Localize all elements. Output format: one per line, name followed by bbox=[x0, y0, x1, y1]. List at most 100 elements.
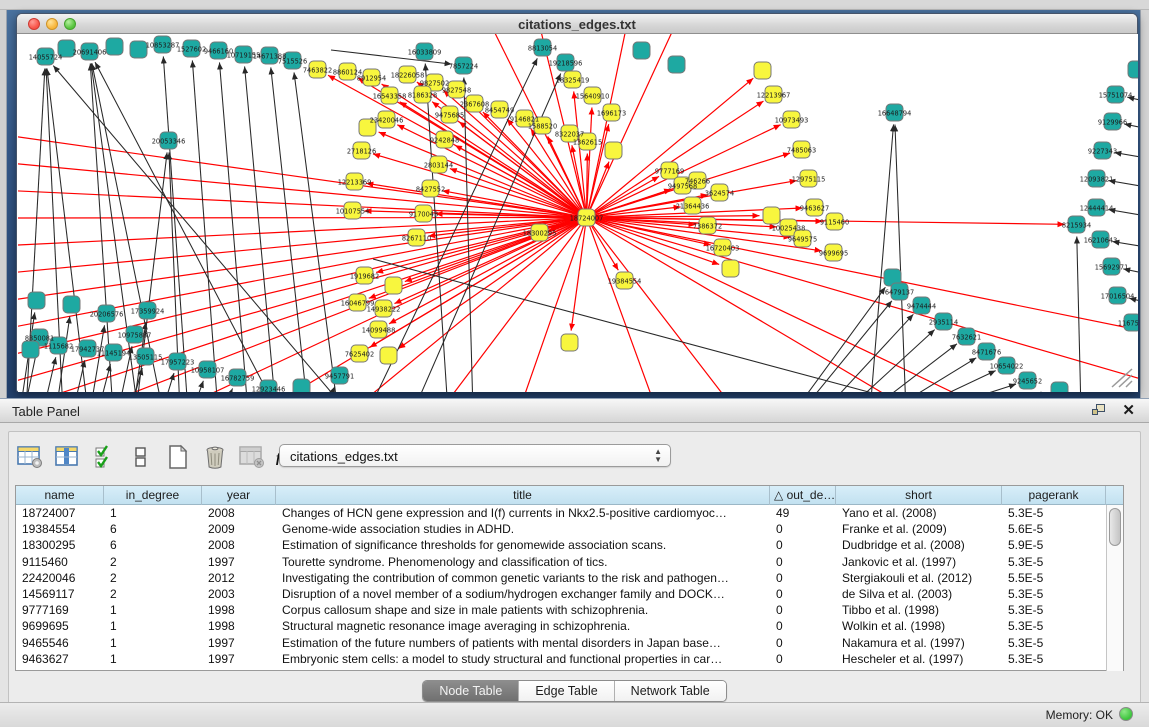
table-row[interactable]: 969969511998Structural magnetic resonanc… bbox=[16, 618, 1123, 634]
new-table-icon[interactable] bbox=[163, 442, 193, 472]
graph-node-yellow[interactable] bbox=[605, 142, 622, 159]
table-cell: 0 bbox=[770, 521, 836, 537]
column-header-in_degree[interactable]: in_degree bbox=[104, 486, 202, 505]
scrollbar-thumb[interactable] bbox=[1109, 508, 1121, 546]
graph-node-label: 7857224 bbox=[449, 63, 478, 71]
table-row[interactable]: 946554611997Estimation of the future num… bbox=[16, 635, 1123, 651]
window-title-bar[interactable]: citations_edges.txt bbox=[17, 14, 1137, 34]
tab-network-table[interactable]: Network Table bbox=[615, 681, 726, 701]
table-cell: 9465546 bbox=[16, 635, 104, 651]
graph-node-label: 12213967 bbox=[757, 92, 791, 100]
column-header-year[interactable]: year bbox=[202, 486, 276, 505]
table-cell: 6 bbox=[104, 521, 202, 537]
column-header-out_de[interactable]: △ out_de… bbox=[770, 486, 836, 505]
graph-edge bbox=[43, 357, 56, 392]
graph-node-label: 18724007 bbox=[570, 215, 604, 223]
table-cell: 6 bbox=[104, 537, 202, 553]
graph-node-teal[interactable] bbox=[63, 296, 80, 313]
graph-edge bbox=[870, 124, 894, 392]
tab-edge-table[interactable]: Edge Table bbox=[519, 681, 614, 701]
table-panel-header[interactable]: Table Panel ✕ bbox=[0, 398, 1149, 423]
tab-node-table[interactable]: Node Table bbox=[423, 681, 519, 701]
graph-edge bbox=[219, 62, 248, 392]
table-row[interactable]: 1938455462009Genome-wide association stu… bbox=[16, 521, 1123, 537]
table-cell: 1997 bbox=[202, 635, 276, 651]
select-columns-icon[interactable] bbox=[52, 442, 82, 472]
graph-node-label: 17957223 bbox=[161, 359, 195, 367]
table-cell: Jankovic et al. (1997) bbox=[836, 554, 1002, 570]
graph-node-label: 10958107 bbox=[191, 367, 225, 375]
table-row[interactable]: 1872400712008Changes of HCN gene express… bbox=[16, 505, 1123, 521]
table-cell: Stergiakouli et al. (2012) bbox=[836, 570, 1002, 586]
graph-node-label: 8350081 bbox=[25, 335, 54, 343]
window-title: citations_edges.txt bbox=[17, 17, 1137, 32]
graph-edge bbox=[929, 384, 1016, 392]
graph-edge bbox=[162, 373, 174, 392]
table-cell: 0 bbox=[770, 554, 836, 570]
close-panel-icon[interactable]: ✕ bbox=[1122, 401, 1135, 419]
column-header-short[interactable]: short bbox=[836, 486, 1002, 505]
graph-node-label: 2935114 bbox=[929, 319, 958, 327]
graph-node-label: 10973493 bbox=[775, 117, 809, 125]
table-cell: 1998 bbox=[202, 602, 276, 618]
table-row[interactable]: 946362711997Embryonic stem cells: a mode… bbox=[16, 651, 1123, 667]
graph-node-teal[interactable] bbox=[633, 42, 650, 59]
float-panel-icon[interactable] bbox=[1092, 404, 1107, 418]
graph-node-label: 20691406 bbox=[73, 49, 107, 57]
citation-network-graph[interactable]: 1872400774638228860124891295416543358182… bbox=[18, 34, 1138, 392]
graph-node-yellow[interactable] bbox=[763, 207, 780, 224]
table-row[interactable]: 911546021997Tourette syndrome. Phenomeno… bbox=[16, 554, 1123, 570]
graph-node-yellow[interactable] bbox=[561, 334, 578, 351]
graph-node-yellow[interactable] bbox=[385, 277, 402, 294]
network-view-window[interactable]: citations_edges.txt 18724007746382288601… bbox=[16, 13, 1138, 392]
graph-node-yellow[interactable] bbox=[380, 347, 397, 364]
graph-node-teal[interactable] bbox=[22, 341, 39, 358]
vertical-scrollbar[interactable] bbox=[1106, 505, 1123, 671]
delete-trash-icon[interactable] bbox=[200, 442, 230, 472]
table-cell: 1 bbox=[104, 505, 202, 521]
table-selector-value: citations_edges.txt bbox=[290, 449, 398, 464]
graph-node-teal[interactable] bbox=[668, 56, 685, 73]
graph-node-label: 8267110 bbox=[402, 235, 431, 243]
table-row[interactable]: 977716911998Corpus callosum shape and si… bbox=[16, 602, 1123, 618]
graph-node-yellow[interactable] bbox=[754, 62, 771, 79]
graph-node-label: 7625402 bbox=[345, 351, 374, 359]
graph-node-teal[interactable] bbox=[28, 292, 45, 309]
column-header-pagerank[interactable]: pagerank bbox=[1002, 486, 1106, 505]
graph-node-label: 1115682 bbox=[44, 343, 73, 351]
table-row[interactable]: 1830029562008Estimation of significance … bbox=[16, 537, 1123, 553]
graph-node-label: 9227343 bbox=[1088, 148, 1117, 156]
graph-node-yellow[interactable] bbox=[722, 260, 739, 277]
table-settings-icon[interactable] bbox=[15, 442, 45, 472]
graph-node-teal[interactable] bbox=[106, 38, 123, 55]
table-cell: 0 bbox=[770, 651, 836, 667]
graph-node-teal[interactable] bbox=[130, 41, 147, 58]
window-resize-grip[interactable] bbox=[1108, 367, 1134, 389]
column-header-title[interactable]: title bbox=[276, 486, 770, 505]
table-cell: Nakamura et al. (1997) bbox=[836, 635, 1002, 651]
graph-edge bbox=[587, 218, 659, 393]
graph-node-teal[interactable] bbox=[1051, 382, 1068, 392]
table-row[interactable]: 2242004622012Investigating the contribut… bbox=[16, 570, 1123, 586]
table-row[interactable]: 1456911722003Disruption of a novel membe… bbox=[16, 586, 1123, 602]
select-rows-icon[interactable] bbox=[89, 442, 119, 472]
delete-table-icon[interactable] bbox=[237, 442, 267, 472]
graph-edge bbox=[587, 218, 919, 393]
graph-node-label: 8322037 bbox=[555, 131, 584, 139]
table-cell: Estimation of significance thresholds fo… bbox=[276, 537, 770, 553]
app-chrome-top bbox=[0, 0, 1149, 10]
column-header-name[interactable]: name bbox=[16, 486, 104, 505]
table-selector-dropdown[interactable]: citations_edges.txt ▲▼ bbox=[279, 444, 671, 467]
graph-node-teal[interactable] bbox=[293, 379, 310, 392]
split-view-icon[interactable] bbox=[126, 442, 156, 472]
graph-edge bbox=[794, 287, 885, 392]
graph-node-label: 2718126 bbox=[347, 148, 376, 156]
graph-edge bbox=[18, 218, 587, 219]
graph-node-label: 9115460 bbox=[820, 219, 849, 227]
network-canvas[interactable]: 1872400774638228860124891295416543358182… bbox=[18, 34, 1138, 392]
graph-node-teal[interactable] bbox=[1128, 61, 1138, 78]
table-cell: 5.3E-5 bbox=[1002, 651, 1106, 667]
graph-edge bbox=[1077, 236, 1081, 392]
table-cell: Yano et al. (2008) bbox=[836, 505, 1002, 521]
table-cell: 18724007 bbox=[16, 505, 104, 521]
